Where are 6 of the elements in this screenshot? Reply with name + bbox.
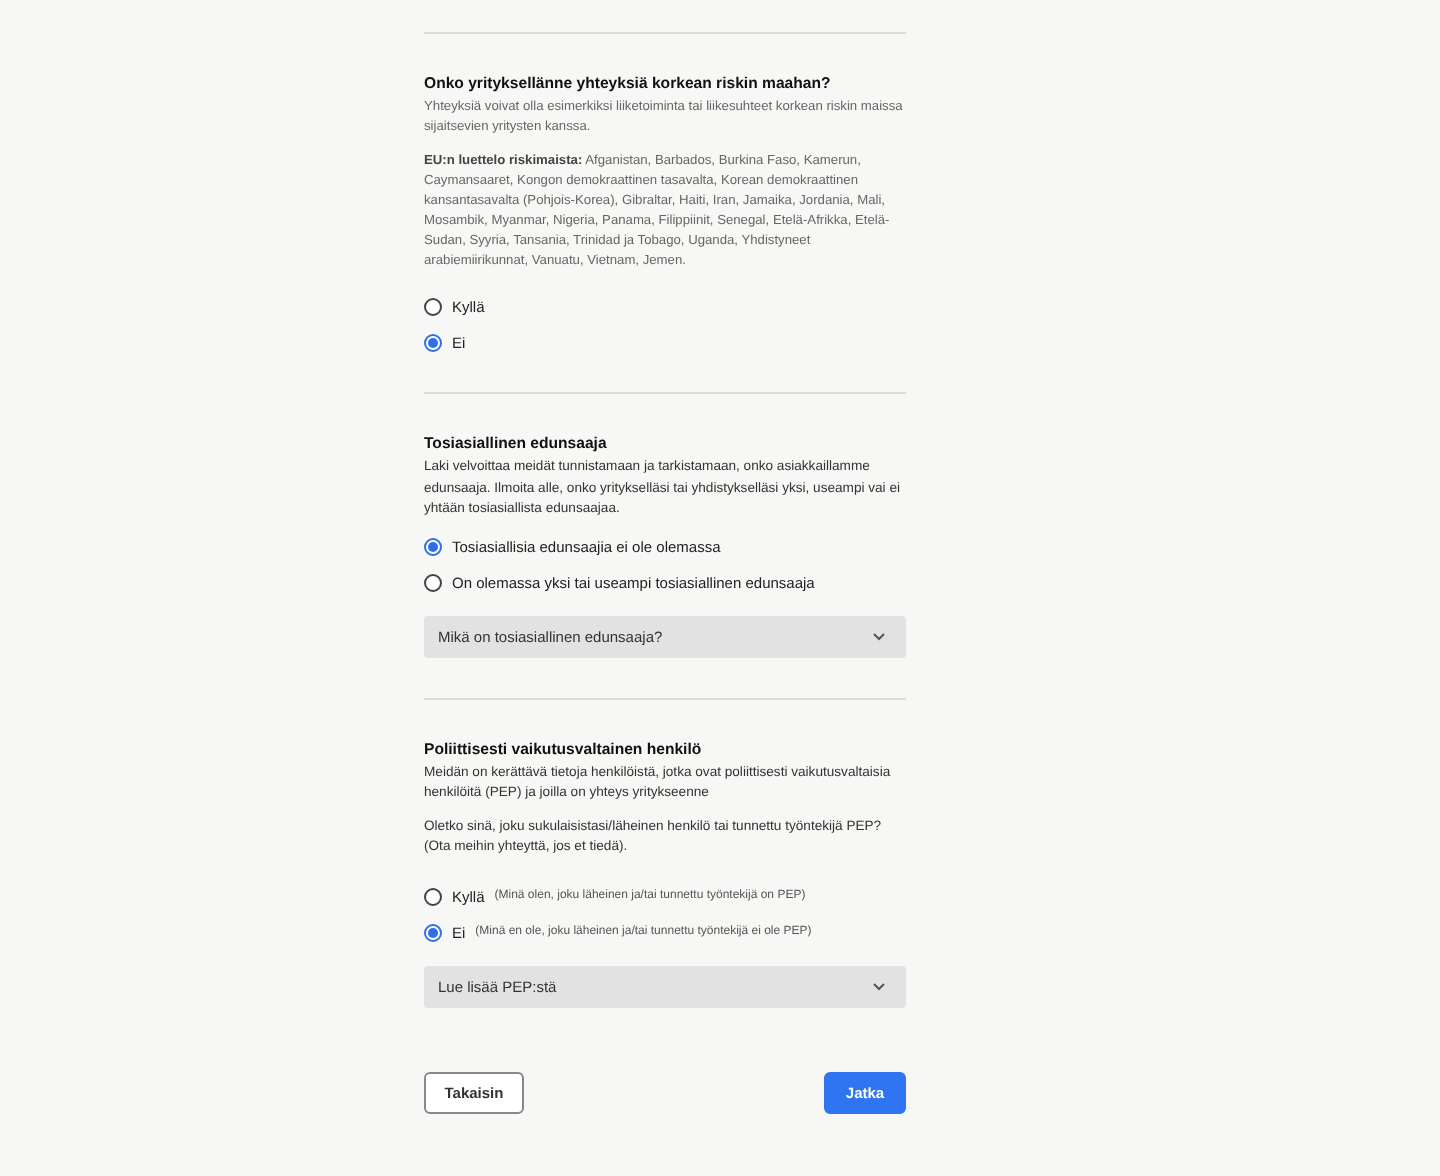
radio-button[interactable] [424, 537, 442, 555]
radio-button[interactable] [424, 334, 442, 352]
radio-button[interactable] [424, 887, 442, 905]
radio-button[interactable] [424, 298, 442, 316]
radio-button[interactable] [424, 573, 442, 591]
radio-button[interactable] [424, 923, 442, 941]
